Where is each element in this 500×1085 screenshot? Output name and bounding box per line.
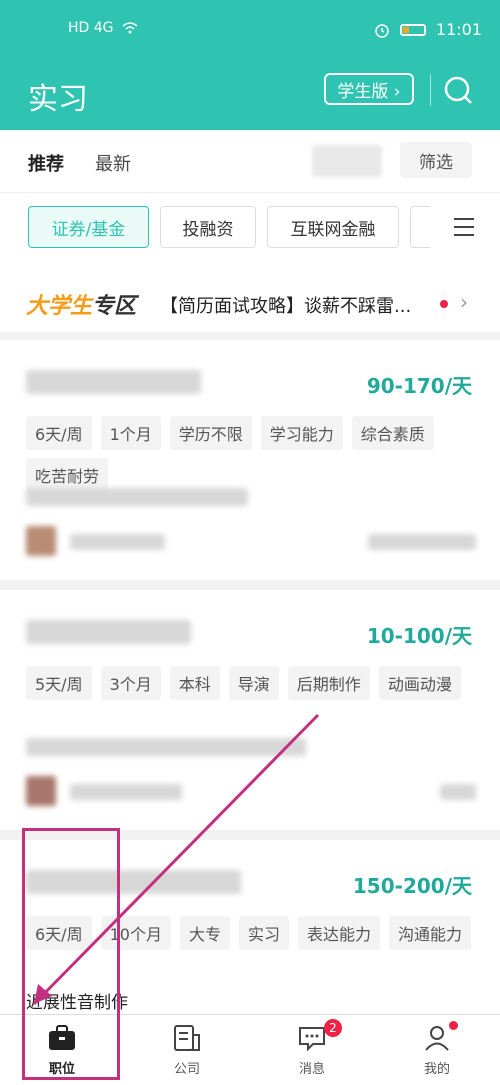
message-badge: 2 xyxy=(324,1019,342,1037)
tag: 本科 xyxy=(169,666,220,700)
tag: 实习 xyxy=(238,916,289,950)
status-bar: HD 4G 11:01 xyxy=(0,0,500,60)
tag: 学历不限 xyxy=(169,416,252,450)
tag: 5天/周 xyxy=(26,666,92,700)
tag: 导演 xyxy=(228,666,279,700)
clock: 11:01 xyxy=(435,20,482,39)
job-title-blurred xyxy=(26,370,201,394)
tag: 1个月 xyxy=(100,416,161,450)
location-selector[interactable] xyxy=(312,145,382,177)
nav-label: 我的 xyxy=(423,1062,450,1077)
tag-list: 5天/周 3个月 本科 导演 后期制作 动画动漫 xyxy=(26,666,476,700)
tab-latest[interactable]: 最新 xyxy=(95,150,131,176)
tag-list: 6天/周 1个月 学历不限 学习能力 综合素质 吃苦耐劳 xyxy=(26,416,476,492)
salary: 10-100/天 xyxy=(366,624,472,648)
job-description-blurred xyxy=(26,738,306,756)
page-title: 实习 xyxy=(28,82,88,117)
header-divider xyxy=(430,74,431,106)
company-name-blurred xyxy=(70,534,165,550)
chip-partial[interactable] xyxy=(410,206,430,248)
chip-securities-funds[interactable]: 证券/基金 xyxy=(28,206,149,248)
tag: 3个月 xyxy=(100,666,161,700)
menu-icon[interactable] xyxy=(454,218,474,236)
chevron-right-icon: › xyxy=(460,290,468,314)
tag: 大专 xyxy=(179,916,230,950)
annotation-highlight-box xyxy=(22,828,120,1080)
logo-part1: 大学生 xyxy=(26,294,93,319)
wifi-icon xyxy=(122,22,138,34)
student-zone-banner[interactable]: 大学生专区 【简历面试攻略】谈薪不踩雷... › xyxy=(0,276,500,330)
signal-text: HD 4G xyxy=(68,20,114,36)
location-blurred xyxy=(440,784,476,800)
message-icon xyxy=(299,1027,325,1051)
profile-dot-badge xyxy=(449,1021,458,1030)
signal-indicator: HD 4G xyxy=(68,20,138,36)
unread-dot xyxy=(440,300,448,308)
job-title-blurred xyxy=(26,620,191,644)
search-icon[interactable] xyxy=(444,76,472,104)
section-divider xyxy=(0,332,500,340)
tab-recommended[interactable]: 推荐 xyxy=(28,150,64,176)
nav-companies[interactable]: 公司 xyxy=(137,1015,237,1085)
nav-messages[interactable]: 2 消息 xyxy=(262,1015,362,1085)
tag: 吃苦耐劳 xyxy=(26,458,109,492)
logo-part2: 专区 xyxy=(92,294,137,319)
app-header: 实习 学生版 › xyxy=(0,60,500,130)
location-blurred xyxy=(368,534,476,550)
salary: 150-200/天 xyxy=(352,874,472,898)
company-icon xyxy=(174,1025,200,1051)
chip-internet-finance[interactable]: 互联网金融 xyxy=(267,206,399,248)
company-name-blurred xyxy=(70,784,182,800)
category-chips: 证券/基金 投融资 互联网金融 xyxy=(0,206,500,252)
nav-profile[interactable]: 我的 xyxy=(387,1015,487,1085)
tag: 后期制作 xyxy=(287,666,370,700)
section-divider xyxy=(0,580,500,590)
filter-label: 筛选 xyxy=(419,152,453,173)
company-avatar xyxy=(26,526,56,556)
tag: 6天/周 xyxy=(26,416,92,450)
job-card[interactable]: 10-100/天 5天/周 3个月 本科 导演 后期制作 动画动漫 xyxy=(0,590,500,830)
alarm-icon xyxy=(375,23,389,38)
student-version-button[interactable]: 学生版 › xyxy=(324,73,414,105)
tag: 动画动漫 xyxy=(378,666,461,700)
tag: 综合素质 xyxy=(351,416,434,450)
nav-label: 公司 xyxy=(173,1062,200,1077)
tag: 学习能力 xyxy=(260,416,343,450)
student-zone-logo: 大学生专区 xyxy=(26,288,136,320)
filter-button[interactable]: 筛选 xyxy=(400,142,472,178)
battery-icon xyxy=(399,23,426,36)
banner-text: 【简历面试攻略】谈薪不踩雷... xyxy=(160,296,412,317)
salary: 90-170/天 xyxy=(366,374,472,398)
tag: 沟通能力 xyxy=(389,916,472,950)
profile-icon xyxy=(425,1026,449,1051)
job-card[interactable]: 90-170/天 6天/周 1个月 学历不限 学习能力 综合素质 吃苦耐劳 xyxy=(0,340,500,580)
feed-tabs: 推荐 最新 筛选 xyxy=(0,130,500,193)
tag: 表达能力 xyxy=(297,916,380,950)
job-description-blurred xyxy=(26,488,248,506)
company-avatar xyxy=(26,776,56,806)
nav-label: 消息 xyxy=(298,1062,325,1077)
chip-investment[interactable]: 投融资 xyxy=(160,206,256,248)
